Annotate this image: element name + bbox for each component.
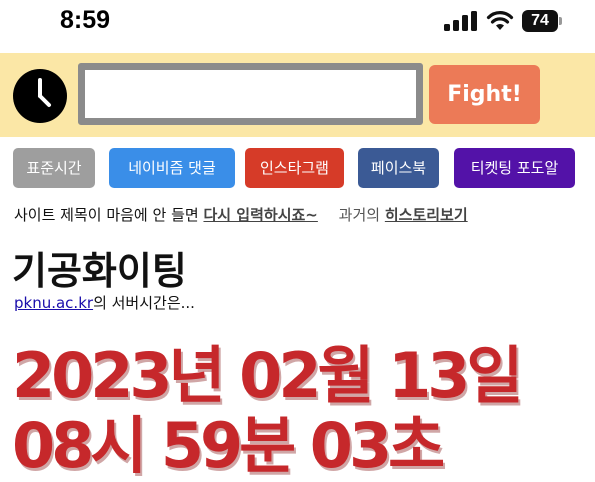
notice-line: 사이트 제목이 마음에 안 들면 다시 입력하시죠~ 과거의 히스토리보기: [14, 204, 468, 225]
battery-level: 74: [522, 10, 558, 32]
link-navism-comments[interactable]: 네이비즘 댓글: [109, 148, 235, 188]
notice-text: 사이트 제목이 마음에 안 들면: [14, 206, 199, 224]
history-prefix: 과거의: [338, 206, 381, 224]
site-title: 기공화이팅: [12, 249, 187, 293]
status-time: 8:59: [60, 6, 111, 34]
server-domain-link[interactable]: pknu.ac.kr: [14, 294, 93, 312]
link-facebook[interactable]: 페이스북: [358, 148, 439, 188]
cellular-signal-icon: [444, 11, 477, 31]
link-standard-time[interactable]: 표준시간: [13, 148, 95, 188]
battery-tip: [559, 17, 562, 25]
status-bar: 8:59 74: [0, 0, 595, 52]
clock-icon[interactable]: [12, 68, 68, 124]
quick-links: 표준시간 네이비즘 댓글 인스타그램 페이스북 티켓팅 포도알: [0, 148, 595, 190]
link-instagram[interactable]: 인스타그램: [245, 148, 344, 188]
battery-icon: 74: [522, 10, 562, 32]
wifi-icon: [486, 11, 514, 30]
history-link[interactable]: 히스토리보기: [385, 206, 468, 224]
fight-button[interactable]: Fight!: [429, 65, 540, 124]
search-band: Fight!: [0, 53, 595, 137]
site-url-input[interactable]: [78, 63, 423, 125]
server-line: pknu.ac.kr의 서버시간은...: [14, 292, 195, 313]
retry-link[interactable]: 다시 입력하시죠~: [203, 206, 317, 224]
link-ticketing-seats[interactable]: 티켓팅 포도알: [454, 148, 575, 188]
server-suffix: 의 서버시간은...: [93, 294, 195, 312]
server-clock: 08시 59분 03초: [12, 409, 445, 482]
